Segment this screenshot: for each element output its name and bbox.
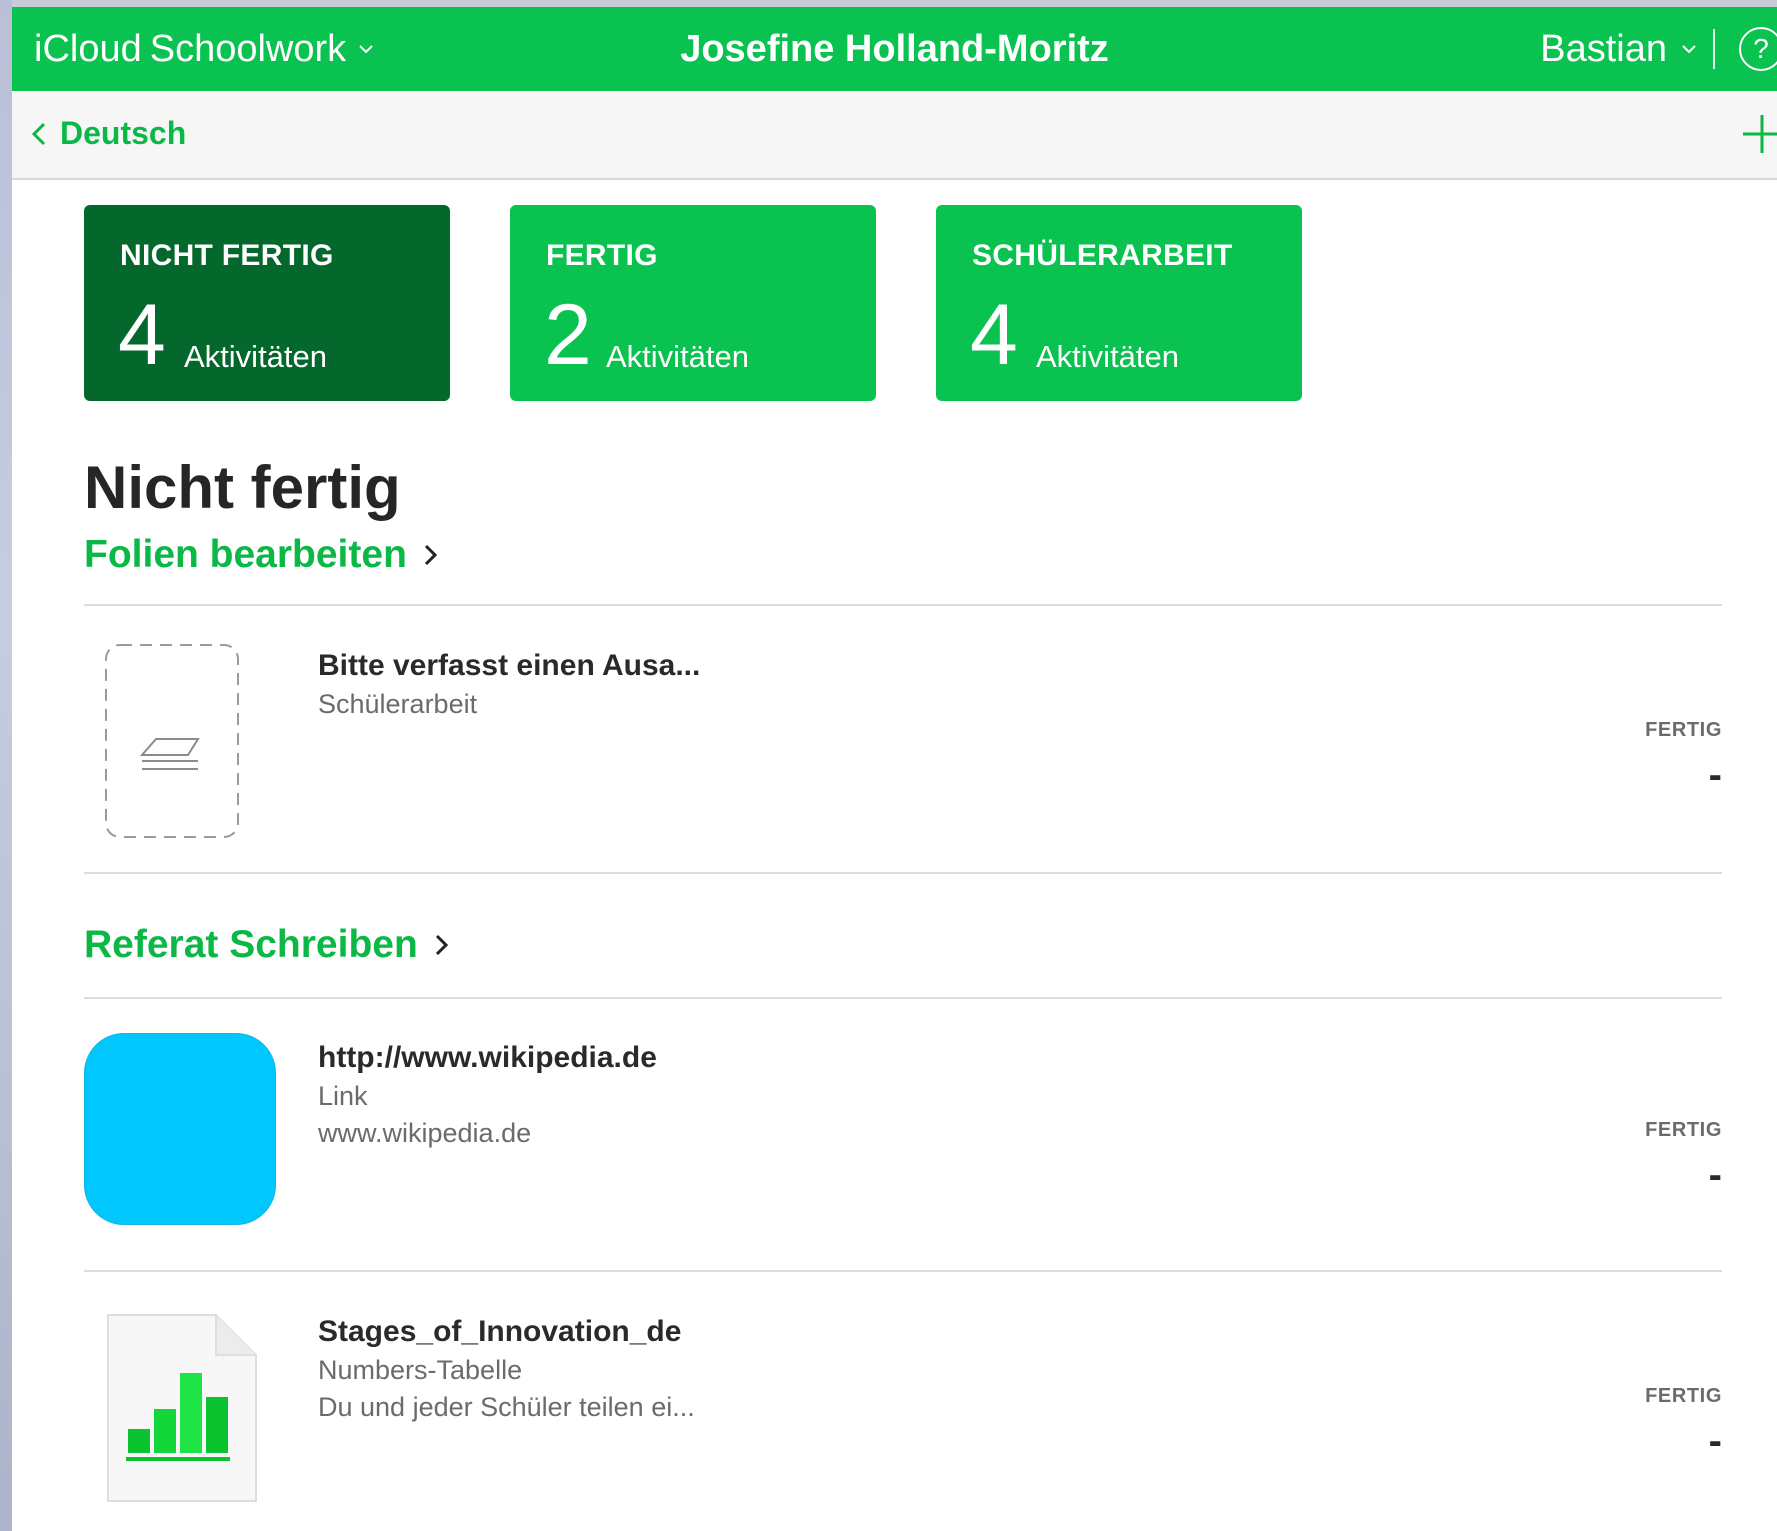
card-count: 4	[118, 287, 166, 383]
divider	[84, 1270, 1722, 1272]
back-button[interactable]: Deutsch	[32, 115, 186, 152]
help-button[interactable]: ?	[1739, 27, 1777, 71]
card-nicht-fertig[interactable]: NICHT FERTIG 4 Aktivitäten	[84, 205, 450, 401]
top-bar: iCloud Schoolwork Josefine Holland-Morit…	[12, 7, 1777, 91]
status-label: FERTIG	[1645, 1119, 1722, 1141]
status-value: -	[1708, 753, 1722, 797]
chevron-down-icon	[1682, 45, 1696, 54]
section-title: Nicht fertig	[84, 454, 401, 521]
group-referat-schreiben[interactable]: Referat Schreiben	[84, 923, 450, 967]
divider	[84, 997, 1722, 999]
list-item[interactable]: Stages_of_Innovation_de Numbers-Tabelle …	[84, 1293, 1722, 1531]
group-title: Referat Schreiben	[84, 923, 418, 966]
chevron-down-icon	[359, 45, 373, 54]
item-type: Numbers-Tabelle	[318, 1355, 523, 1385]
card-unit: Aktivitäten	[606, 339, 750, 374]
app-window: iCloud Schoolwork Josefine Holland-Morit…	[12, 7, 1777, 1531]
list-item[interactable]: Bitte verfasst einen Ausa... Schülerarbe…	[84, 627, 1722, 867]
card-label: FERTIG	[546, 239, 658, 272]
list-item[interactable]: http://www.wikipedia.de Link www.wikiped…	[84, 1019, 1722, 1259]
app-name: Schoolwork	[149, 28, 347, 70]
numbers-document-icon	[107, 1314, 257, 1502]
user-menu[interactable]: Bastian	[1540, 27, 1699, 71]
card-label: SCHÜLERARBEIT	[972, 239, 1233, 272]
item-title: http://www.wikipedia.de	[318, 1041, 657, 1074]
status-label: FERTIG	[1645, 1385, 1722, 1407]
item-title: Bitte verfasst einen Ausa...	[318, 649, 701, 682]
group-folien-bearbeiten[interactable]: Folien bearbeiten	[84, 533, 439, 577]
chevron-right-icon	[435, 934, 448, 956]
status-value: -	[1708, 1153, 1722, 1197]
card-fertig[interactable]: FERTIG 2 Aktivitäten	[510, 205, 876, 401]
item-type: Schülerarbeit	[318, 689, 478, 719]
plus-icon[interactable]	[1739, 111, 1777, 157]
back-label: Deutsch	[60, 115, 187, 151]
divider	[84, 872, 1722, 874]
card-unit: Aktivitäten	[1036, 339, 1180, 374]
status-value: -	[1708, 1419, 1722, 1463]
item-type: Link	[318, 1081, 368, 1111]
card-label: NICHT FERTIG	[120, 239, 334, 272]
card-count: 4	[970, 287, 1018, 383]
divider	[1713, 29, 1715, 69]
link-thumbnail-icon	[84, 1033, 276, 1225]
student-work-placeholder-icon	[105, 644, 239, 838]
chevron-right-icon	[424, 544, 438, 566]
desktop-background	[0, 0, 12, 1531]
item-detail: www.wikipedia.de	[318, 1118, 532, 1148]
group-title: Folien bearbeiten	[84, 533, 407, 576]
card-unit: Aktivitäten	[184, 339, 328, 374]
app-switcher[interactable]: iCloud Schoolwork	[34, 27, 376, 71]
navigation-bar: Deutsch	[12, 91, 1777, 180]
chevron-left-icon	[32, 122, 46, 145]
card-schuelerarbeit[interactable]: SCHÜLERARBEIT 4 Aktivitäten	[936, 205, 1302, 401]
divider	[84, 604, 1722, 606]
card-count: 2	[544, 287, 592, 383]
item-detail: Du und jeder Schüler teilen ei...	[318, 1392, 695, 1422]
app-name-brand: iCloud	[34, 28, 142, 70]
status-label: FERTIG	[1645, 719, 1722, 741]
user-name: Bastian	[1540, 28, 1667, 70]
item-title: Stages_of_Innovation_de	[318, 1315, 682, 1348]
